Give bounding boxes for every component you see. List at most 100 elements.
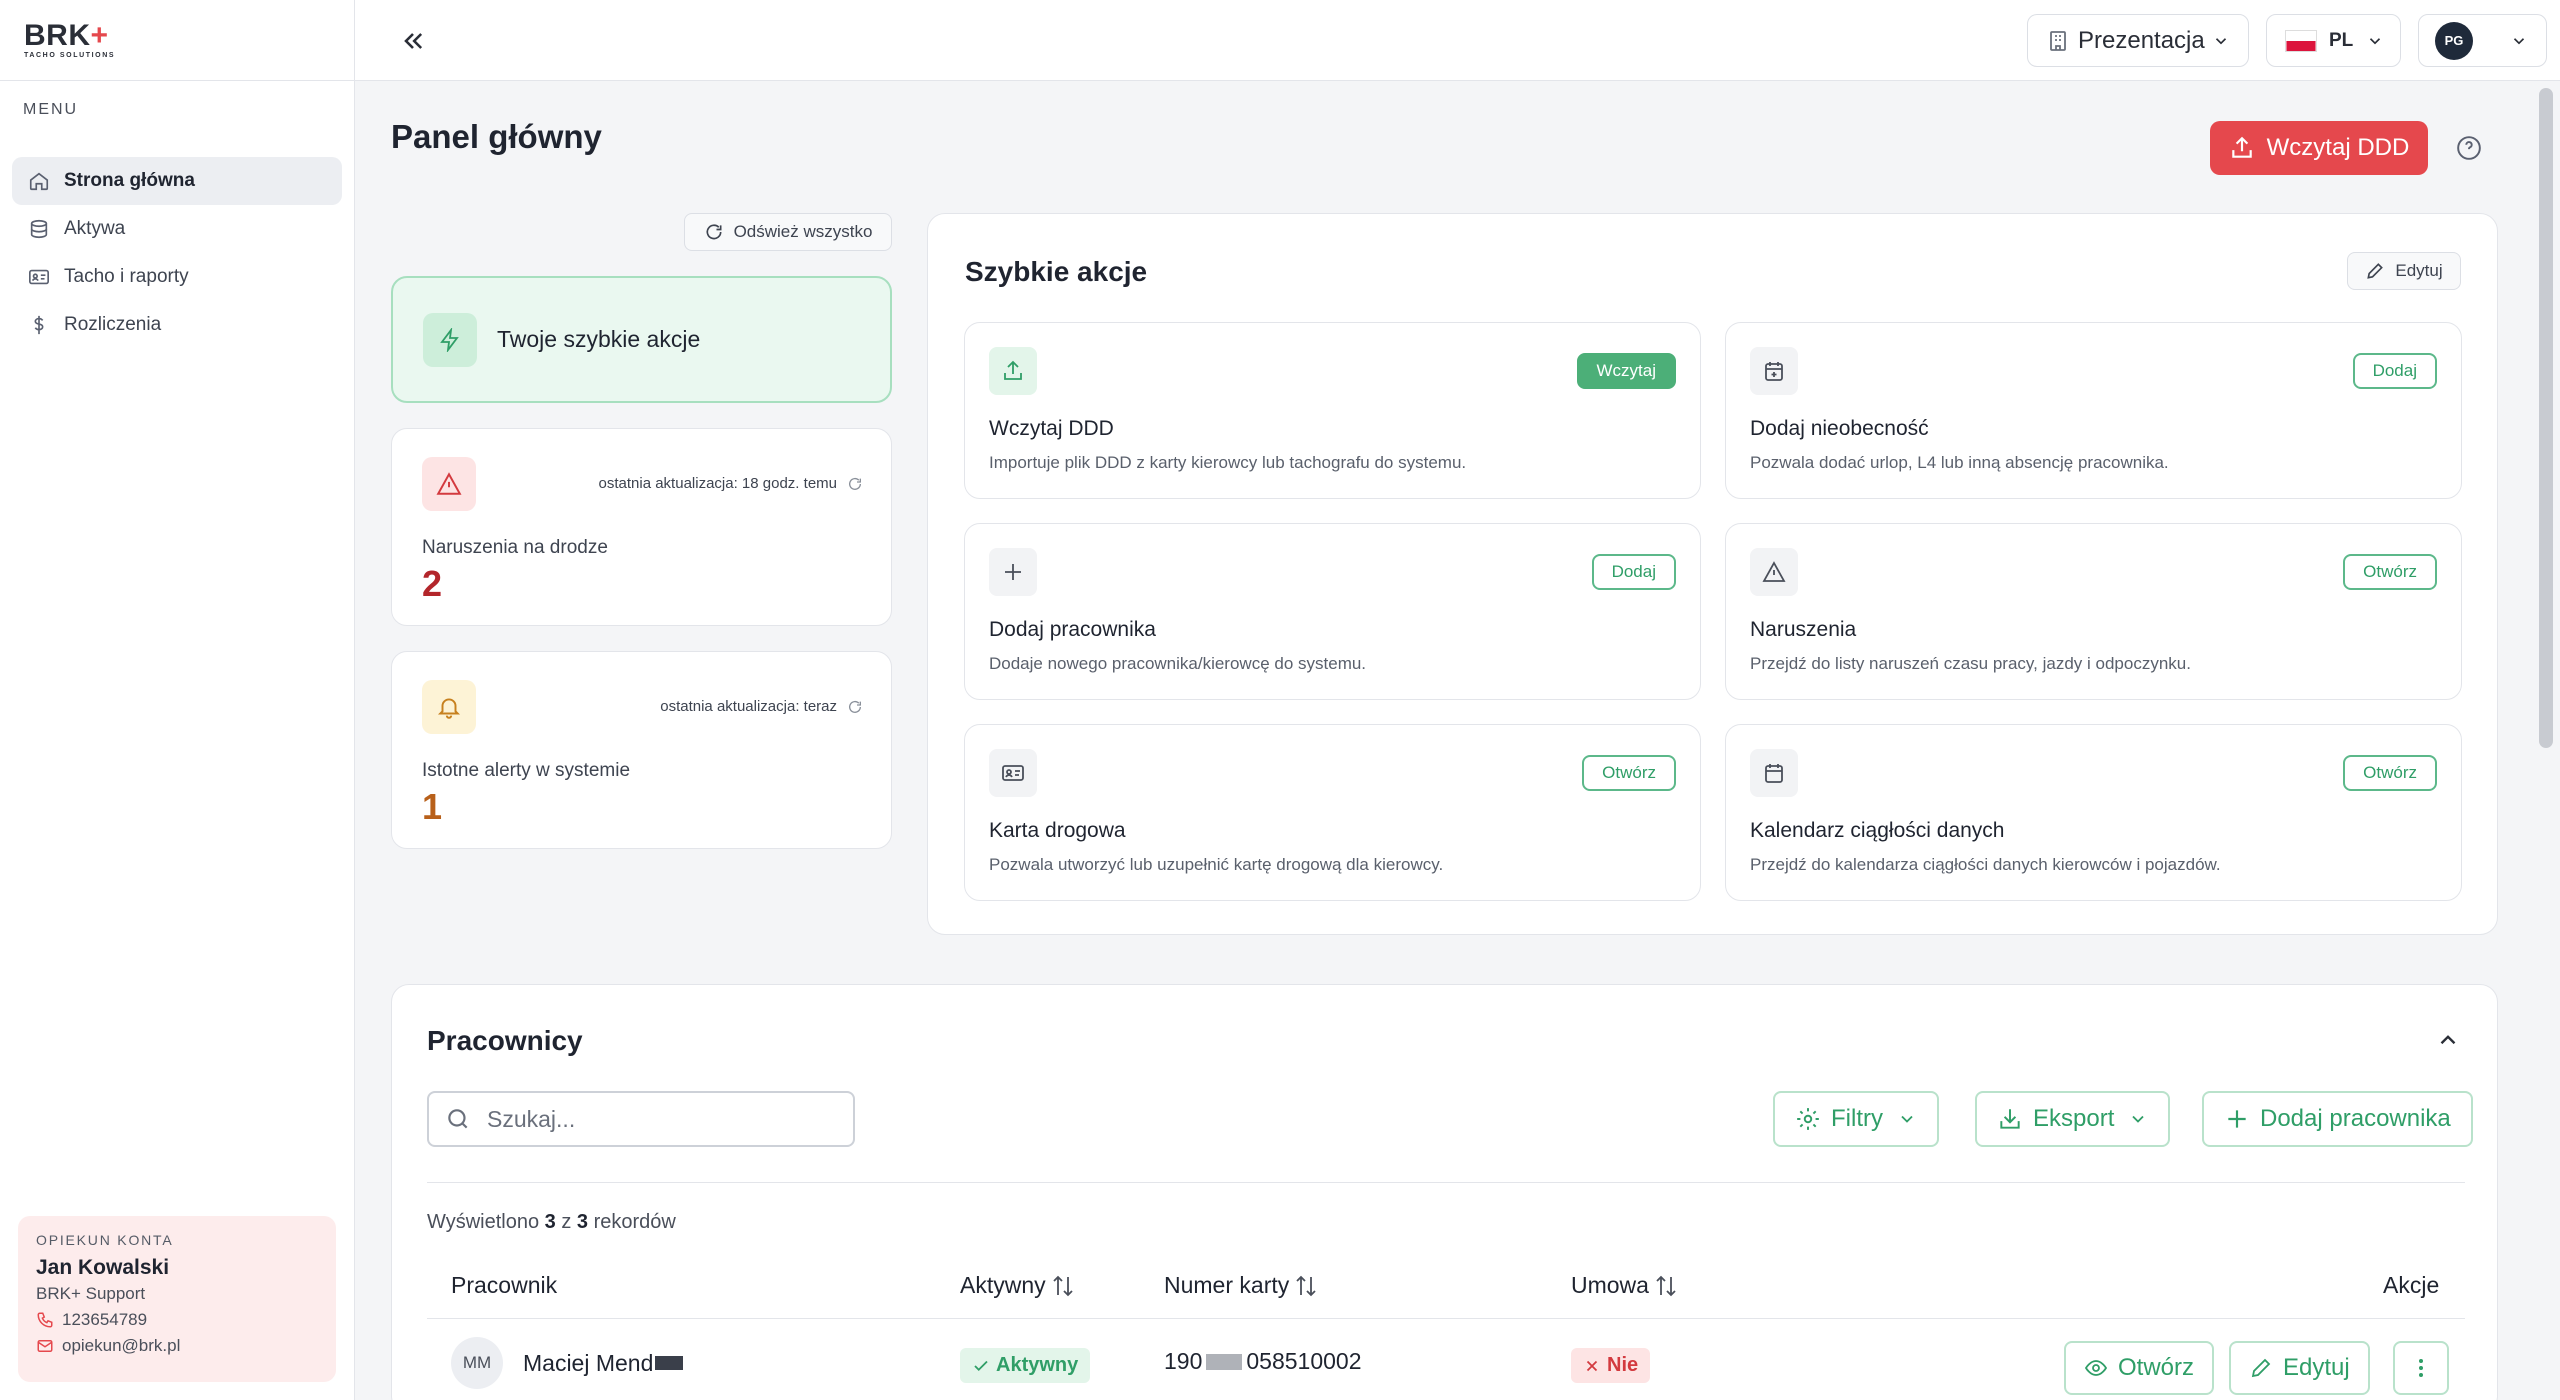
account-email[interactable]: opiekun@brk.pl xyxy=(36,1336,318,1356)
language-select[interactable]: PL xyxy=(2266,14,2401,67)
search-input[interactable] xyxy=(487,1105,827,1133)
mail-icon xyxy=(36,1337,54,1355)
open-button[interactable]: Otwórz xyxy=(2343,755,2437,791)
sidebar-nav: Strona główna Aktywa Tacho i raporty Roz… xyxy=(12,157,342,349)
open-button[interactable]: Otwórz xyxy=(2343,554,2437,590)
eye-icon xyxy=(2084,1356,2108,1380)
last-update-text: ostatnia aktualizacja: 18 godz. temu xyxy=(598,475,837,492)
status-badge: Aktywny xyxy=(960,1348,1091,1383)
menu-label: MENU xyxy=(23,101,79,118)
action-card-add-absence[interactable]: Dodaj Dodaj nieobecność Pozwala dodać ur… xyxy=(1725,322,2462,499)
records-suffix: rekordów xyxy=(593,1211,676,1233)
column-header-actions: Akcje xyxy=(2383,1272,2439,1299)
chevron-up-icon[interactable] xyxy=(2435,1027,2461,1053)
action-card-data-calendar[interactable]: Otwórz Kalendarz ciągłości danych Przejd… xyxy=(1725,724,2462,901)
filters-label: Filtry xyxy=(1831,1105,1883,1132)
column-header-active[interactable]: Aktywny xyxy=(960,1272,1074,1299)
upload-ddd-label: Wczytaj DDD xyxy=(2266,134,2410,161)
action-description: Przejdź do listy naruszeń czasu pracy, j… xyxy=(1750,654,2191,673)
add-button[interactable]: Dodaj xyxy=(1591,554,1676,590)
lightning-icon xyxy=(423,312,477,367)
action-card-upload-ddd[interactable]: Wczytaj Wczytaj DDD Importuje plik DDD z… xyxy=(964,322,1701,499)
stat-value: 2 xyxy=(422,563,443,604)
upload-ddd-button[interactable]: Wczytaj DDD xyxy=(2210,121,2428,175)
your-quick-actions-label: Twoje szybkie akcje xyxy=(497,326,701,352)
account-label: OPIEKUN KONTA xyxy=(36,1232,174,1248)
poland-flag-icon xyxy=(2285,29,2317,52)
chevron-down-icon xyxy=(2128,1109,2148,1129)
your-quick-actions-card[interactable]: Twoje szybkie akcje xyxy=(391,276,892,403)
chevron-down-icon xyxy=(2366,32,2384,50)
edit-label: Edytuj xyxy=(2395,261,2443,280)
open-label: Otwórz xyxy=(2118,1354,2195,1381)
sort-icon xyxy=(1655,1273,1677,1299)
records-count: Wyświetlono 3 z 3 rekordów xyxy=(427,1211,676,1234)
column-header-card-number[interactable]: Numer karty xyxy=(1164,1272,1317,1299)
records-of: z xyxy=(561,1211,572,1233)
sidebar-item-home[interactable]: Strona główna xyxy=(12,157,342,205)
edit-employee-button[interactable]: Edytuj xyxy=(2229,1341,2370,1395)
sort-icon xyxy=(1295,1273,1317,1299)
sidebar-item-label: Tacho i raporty xyxy=(64,266,189,287)
sidebar-item-label: Strona główna xyxy=(64,170,195,191)
last-update: ostatnia aktualizacja: teraz xyxy=(660,698,863,715)
more-options-icon[interactable] xyxy=(2393,1341,2449,1395)
sidebar-item-tacho[interactable]: Tacho i raporty xyxy=(12,253,342,301)
gear-icon xyxy=(1795,1106,1821,1132)
open-button[interactable]: Otwórz xyxy=(1582,755,1676,791)
records-shown: 3 xyxy=(544,1211,556,1233)
status-label: Aktywny xyxy=(996,1354,1079,1376)
action-card-add-employee[interactable]: Dodaj Dodaj pracownika Dodaje nowego pra… xyxy=(964,523,1701,700)
sidebar-item-billing[interactable]: Rozliczenia xyxy=(12,301,342,349)
scrollbar[interactable] xyxy=(2539,88,2553,748)
action-card-road-card[interactable]: Otwórz Karta drogowa Pozwala utworzyć lu… xyxy=(964,724,1701,901)
pencil-icon xyxy=(2365,261,2385,281)
chevron-down-icon xyxy=(2510,32,2528,50)
refresh-all-button[interactable]: Odśwież wszystko xyxy=(684,213,892,251)
account-phone[interactable]: 123654789 xyxy=(36,1310,318,1330)
chevron-down-icon xyxy=(1897,1109,1917,1129)
help-icon[interactable] xyxy=(2456,135,2482,161)
column-header-employee[interactable]: Pracownik xyxy=(451,1272,557,1299)
logo-subtitle: TACHO SOLUTIONS xyxy=(24,52,116,59)
edit-quick-actions-button[interactable]: Edytuj xyxy=(2347,252,2461,290)
warning-icon xyxy=(1750,548,1798,596)
calendar-plus-icon xyxy=(1750,347,1798,395)
refresh-icon[interactable] xyxy=(847,476,863,492)
stat-title: Naruszenia na drodze xyxy=(422,537,608,558)
open-employee-button[interactable]: Otwórz xyxy=(2064,1341,2215,1395)
account-role: BRK+ Support xyxy=(36,1284,146,1303)
refresh-icon[interactable] xyxy=(847,699,863,715)
collapse-sidebar-icon[interactable] xyxy=(399,27,427,55)
account-manager-card: OPIEKUN KONTA Jan Kowalski BRK+ Support … xyxy=(18,1216,336,1382)
chevron-down-icon xyxy=(2212,32,2230,50)
divider xyxy=(427,1182,2465,1183)
brand-logo[interactable]: BRK+ TACHO SOLUTIONS xyxy=(24,21,116,60)
phone-icon xyxy=(36,1311,54,1329)
action-card-violations[interactable]: Otwórz Naruszenia Przejdź do listy narus… xyxy=(1725,523,2462,700)
stat-card-alerts[interactable]: ostatnia aktualizacja: teraz Istotne ale… xyxy=(391,651,892,849)
sidebar: BRK+ TACHO SOLUTIONS MENU Strona główna … xyxy=(0,0,355,1400)
id-card-icon xyxy=(28,266,50,288)
account-email-text: opiekun@brk.pl xyxy=(62,1336,181,1355)
filters-button[interactable]: Filtry xyxy=(1773,1091,1939,1147)
pencil-icon xyxy=(2249,1356,2273,1380)
column-header-contract[interactable]: Umowa xyxy=(1571,1272,1677,1299)
add-button[interactable]: Dodaj xyxy=(2352,353,2437,389)
plus-icon xyxy=(989,548,1037,596)
export-button[interactable]: Eksport xyxy=(1975,1091,2171,1147)
search-icon xyxy=(445,1106,471,1132)
organization-select[interactable]: Prezentacja xyxy=(2027,14,2249,67)
add-employee-button[interactable]: Dodaj pracownika xyxy=(2202,1091,2473,1147)
refresh-icon xyxy=(704,222,724,242)
employee-cell[interactable]: MM Maciej Mend xyxy=(451,1337,684,1389)
stat-card-violations[interactable]: ostatnia aktualizacja: 18 godz. temu Nar… xyxy=(391,428,892,626)
user-menu[interactable]: PG xyxy=(2418,14,2547,67)
upload-button[interactable]: Wczytaj xyxy=(1576,353,1676,389)
action-title: Karta drogowa xyxy=(989,819,1126,842)
sidebar-item-assets[interactable]: Aktywa xyxy=(12,205,342,253)
calendar-icon xyxy=(1750,749,1798,797)
employee-search[interactable] xyxy=(427,1091,855,1147)
action-title: Kalendarz ciągłości danych xyxy=(1750,819,2005,842)
download-icon xyxy=(1997,1106,2023,1132)
